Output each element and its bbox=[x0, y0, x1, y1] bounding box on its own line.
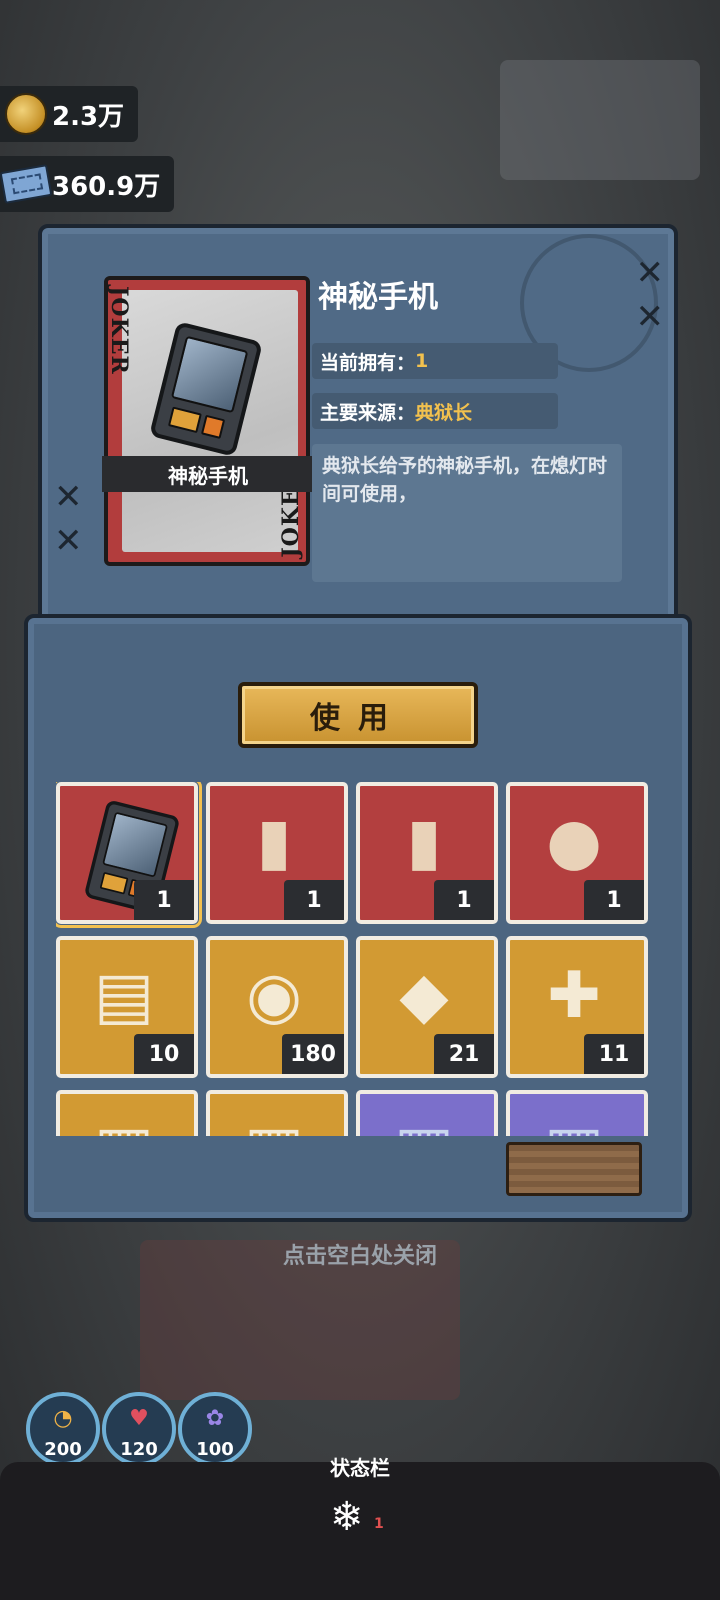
item-description: 典狱长给予的神秘手机，在熄灯时间可使用， bbox=[312, 444, 622, 582]
map-scroll-icon: ▤ bbox=[93, 959, 155, 1033]
inventory-slot[interactable]: 1 bbox=[56, 782, 202, 928]
item-count: 10 bbox=[134, 1034, 194, 1074]
card-corner-text: JOKER bbox=[106, 286, 132, 375]
ticket-icon bbox=[0, 164, 53, 204]
inventory-grid[interactable]: 1▮1▮1●1▤10◉180◆21✚11▦▦▦▦ bbox=[56, 782, 652, 1136]
item-icon: ▦ bbox=[234, 1110, 314, 1136]
item-card: JOKER JOKER 神秘手机 bbox=[102, 276, 314, 566]
source-label: 主要来源： bbox=[320, 401, 416, 424]
item-count: 1 bbox=[284, 880, 344, 920]
status-bar-label: 状态栏 bbox=[330, 1456, 390, 1480]
background-shape bbox=[500, 60, 700, 180]
use-button[interactable]: 使用 bbox=[238, 682, 478, 748]
coin-counter: 2.3万 bbox=[0, 86, 139, 142]
inventory-slot[interactable]: ▦ bbox=[206, 1090, 348, 1136]
inventory-slot[interactable]: ▦ bbox=[356, 1090, 498, 1136]
inventory-slot[interactable]: ▦ bbox=[56, 1090, 198, 1136]
status-effect-count: 1 bbox=[374, 1516, 384, 1532]
phone-icon bbox=[149, 321, 263, 457]
owned-row: 当前拥有： 1 bbox=[312, 343, 558, 379]
walnut-icon: ● bbox=[546, 805, 602, 879]
inventory-slot[interactable]: ▦ bbox=[506, 1090, 648, 1136]
cross-mark-icon: ✕ bbox=[635, 253, 665, 293]
item-icon: ▦ bbox=[84, 1110, 164, 1136]
brain-icon: ✿ bbox=[205, 1406, 225, 1431]
item-count: 180 bbox=[282, 1034, 344, 1074]
film-reel-icon: ◉ bbox=[246, 959, 302, 1033]
card-face bbox=[122, 290, 298, 552]
owned-value: 1 bbox=[415, 350, 429, 372]
wood-plank-button[interactable] bbox=[506, 1142, 642, 1196]
source-value: 典狱长 bbox=[415, 401, 473, 424]
inventory-slot[interactable]: ▮ 1 bbox=[356, 782, 498, 924]
hunger-icon: ◔ bbox=[53, 1406, 73, 1431]
item-count: 1 bbox=[434, 880, 494, 920]
ticket-value: 360.9万 bbox=[52, 171, 161, 202]
source-row: 主要来源： 典狱长 bbox=[312, 393, 558, 429]
cross-mark-icon: ✕ bbox=[54, 477, 83, 517]
owned-label: 当前拥有： bbox=[320, 351, 416, 374]
item-icon: ▦ bbox=[384, 1110, 464, 1136]
inventory-slot[interactable]: ▤ 10 bbox=[56, 936, 198, 1078]
card-name-label: 神秘手机 bbox=[102, 456, 314, 492]
item-icon: ▦ bbox=[534, 1110, 614, 1136]
item-count: 1 bbox=[584, 880, 644, 920]
item-count: 1 bbox=[134, 880, 194, 920]
coin-icon bbox=[5, 93, 47, 135]
inventory-slot[interactable]: ▮ 1 bbox=[206, 782, 348, 924]
ticket-counter: 360.9万 bbox=[0, 156, 175, 212]
cross-mark-icon: ✕ bbox=[54, 521, 83, 561]
item-count: 11 bbox=[584, 1034, 644, 1074]
inventory-slot[interactable]: ● 1 bbox=[506, 782, 648, 924]
close-hint[interactable]: 点击空白处关闭 bbox=[0, 1238, 720, 1270]
inventory-slot[interactable]: ◉ 180 bbox=[206, 936, 348, 1078]
usb-drive-grey-icon: ▮ bbox=[406, 805, 442, 879]
item-count: 21 bbox=[434, 1034, 494, 1074]
coin-value: 2.3万 bbox=[52, 101, 125, 132]
snowflake-icon[interactable]: ❄ bbox=[330, 1494, 364, 1540]
medical-card-icon: ✚ bbox=[547, 959, 601, 1033]
badge-card-icon: ◆ bbox=[399, 959, 449, 1033]
heart-icon: ♥ bbox=[129, 1406, 149, 1431]
inventory-slot[interactable]: ✚ 11 bbox=[506, 936, 648, 1078]
item-title: 神秘手机 bbox=[318, 280, 438, 315]
cross-mark-icon: ✕ bbox=[635, 297, 665, 337]
inventory-slot[interactable]: ◆ 21 bbox=[356, 936, 498, 1078]
usb-drive-orange-icon: ▮ bbox=[256, 805, 292, 879]
